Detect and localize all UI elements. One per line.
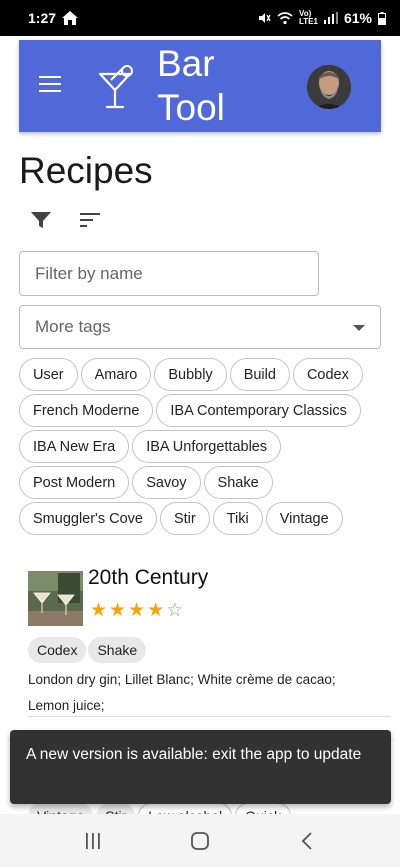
recipe-ingredients: London dry gin; Lillet Blanc; White crèm…: [28, 672, 336, 713]
cocktail-glass-icon: [97, 64, 137, 115]
avatar[interactable]: [307, 65, 351, 109]
star-filled-icon[interactable]: ★: [109, 599, 126, 622]
signal-icon: [323, 12, 338, 24]
dropdown-caret-icon: [353, 325, 365, 331]
star-filled-icon[interactable]: ★: [147, 599, 164, 622]
tag-chip[interactable]: French Moderne: [19, 394, 154, 427]
tag-chip[interactable]: Codex: [292, 358, 363, 391]
more-tags-placeholder: More tags: [35, 317, 111, 336]
app-title-line1: Bar: [157, 43, 215, 84]
filter-by-name-input[interactable]: [19, 251, 319, 296]
mute-icon: [257, 11, 271, 25]
tag-chip[interactable]: Vintage: [265, 502, 343, 535]
tag-chip[interactable]: Build: [229, 358, 290, 391]
recipe-thumbnail: [28, 571, 83, 626]
tag-chip[interactable]: Post Modern: [19, 466, 130, 499]
divider: [28, 716, 390, 717]
recipe-title[interactable]: 20th Century: [88, 566, 208, 590]
tag-chip[interactable]: IBA Contemporary Classics: [156, 394, 361, 427]
app-title: Bar Tool: [157, 42, 225, 130]
filter-icon[interactable]: [30, 210, 54, 232]
more-tags-select[interactable]: More tags: [19, 305, 381, 349]
battery-level: 61%: [343, 10, 372, 26]
tag-chip[interactable]: IBA Unforgettables: [132, 430, 282, 463]
recipe-tag: Shake: [88, 637, 147, 663]
back-icon[interactable]: [292, 829, 322, 853]
status-bar: 1:27 Vo) LTE1 61%: [0, 0, 400, 36]
battery-icon: [378, 11, 386, 25]
list-toolbar: [30, 210, 102, 232]
recipe-tag: Codex: [28, 637, 87, 663]
tag-chip[interactable]: Bubbly: [154, 358, 227, 391]
lte-icon: Vo) LTE1: [299, 9, 318, 26]
sort-icon[interactable]: [78, 210, 102, 232]
clock: 1:27: [28, 10, 57, 26]
tag-chip[interactable]: IBA New Era: [19, 430, 130, 463]
recent-apps-icon[interactable]: [78, 829, 108, 853]
tag-chip[interactable]: Smuggler's Cove: [19, 502, 157, 535]
star-filled-icon[interactable]: ★: [128, 599, 145, 622]
tag-chip[interactable]: Amaro: [80, 358, 152, 391]
page-title: Recipes: [19, 150, 153, 191]
star-filled-icon[interactable]: ★: [90, 599, 107, 622]
tag-chips: User Amaro Bubbly Build Codex French Mod…: [19, 358, 381, 535]
tag-chip[interactable]: Shake: [203, 466, 273, 499]
tag-chip[interactable]: User: [19, 358, 78, 391]
star-empty-icon[interactable]: ☆: [166, 599, 183, 622]
wifi-icon: [277, 11, 293, 25]
tag-chip[interactable]: Savoy: [132, 466, 201, 499]
tag-chip[interactable]: Stir: [159, 502, 210, 535]
app-title-line2: Tool: [157, 87, 225, 128]
snackbar-message: A new version is available: exit the app…: [26, 746, 362, 763]
recipe-tags: Codex Shake: [28, 637, 147, 663]
home-icon: [62, 11, 79, 25]
menu-icon[interactable]: [39, 76, 61, 94]
system-nav-bar: [0, 814, 400, 867]
app-bar: Bar Tool: [19, 40, 381, 132]
recipe-rating[interactable]: ★ ★ ★ ★ ☆: [90, 599, 183, 622]
home-button-icon[interactable]: [185, 829, 215, 853]
tag-chip[interactable]: Tiki: [212, 502, 263, 535]
update-snackbar: A new version is available: exit the app…: [10, 730, 391, 804]
